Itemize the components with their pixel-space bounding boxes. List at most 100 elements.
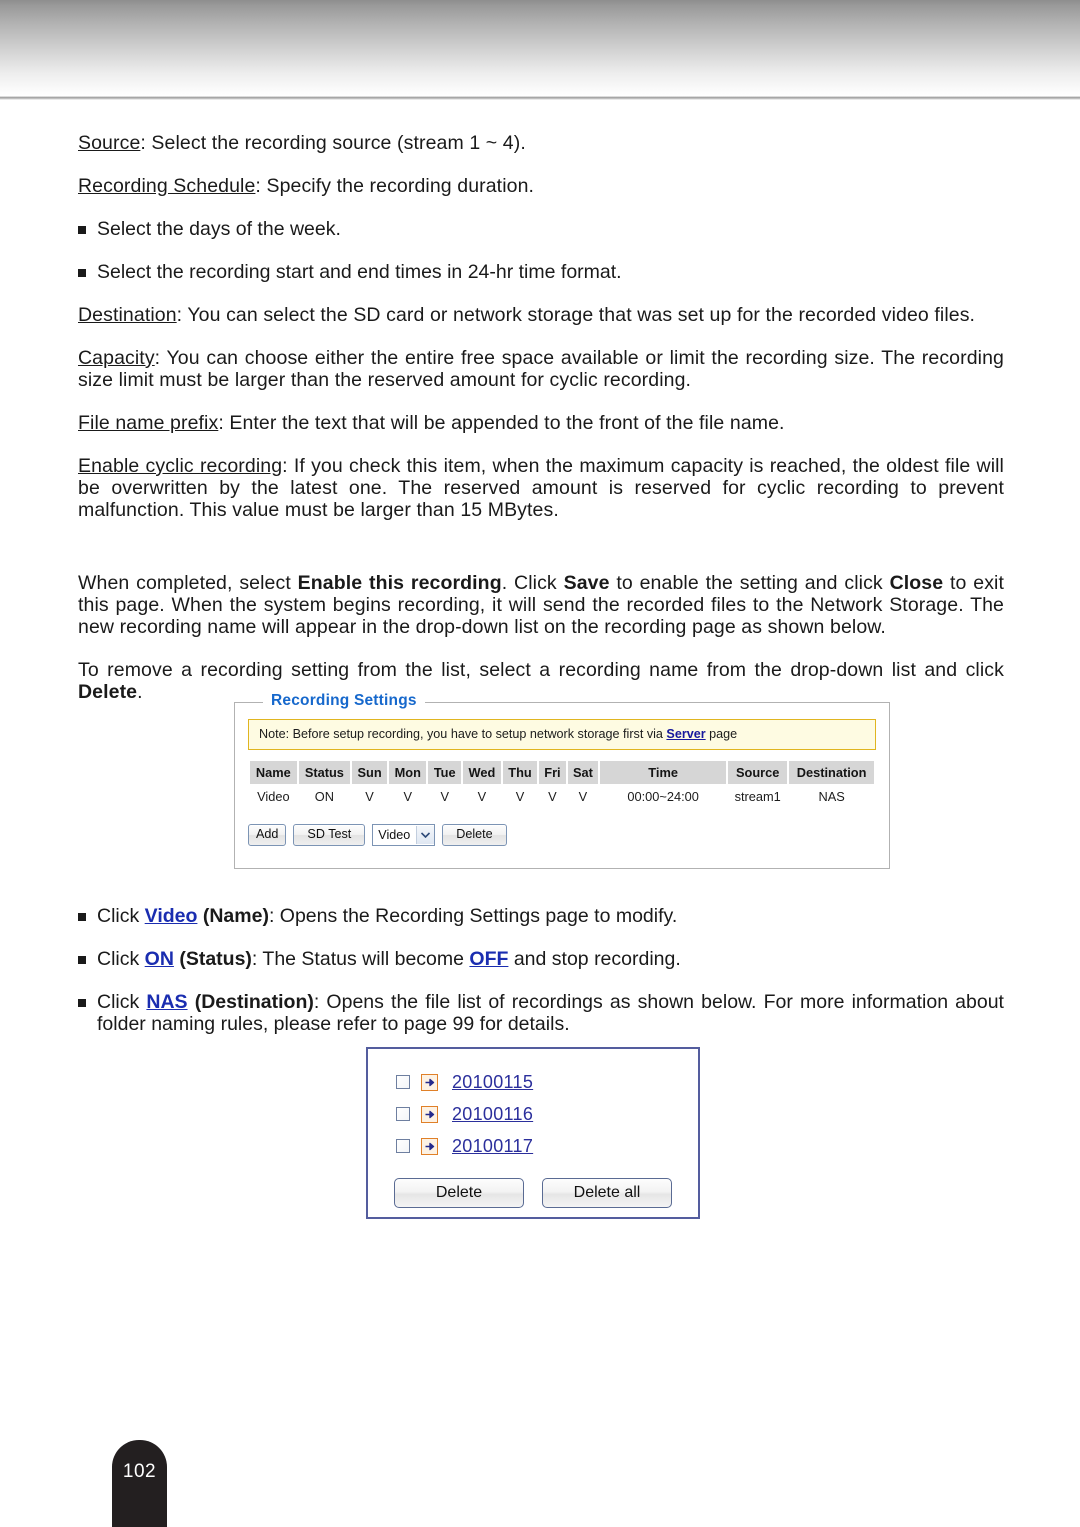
- folder-arrow-icon: [421, 1137, 438, 1155]
- file-link[interactable]: 20100117: [452, 1136, 533, 1157]
- recording-name-select[interactable]: Video: [372, 824, 436, 846]
- term-recording-schedule: Recording Schedule: [78, 175, 256, 197]
- file-link[interactable]: 20100115: [452, 1072, 533, 1093]
- term-enable-cyclic-recording: Enable cyclic recording: [78, 455, 283, 477]
- note-text-after: page: [705, 727, 738, 741]
- term-file-name-prefix: File name prefix: [78, 412, 219, 434]
- bullet-select-times-text: Select the recording start and end times…: [97, 261, 622, 283]
- list-item: 20100116: [368, 1098, 698, 1130]
- column-header-source: Source: [728, 761, 788, 784]
- file-list-button-row: Delete Delete all: [368, 1178, 698, 1208]
- column-header-status: Status: [298, 761, 351, 784]
- column-header-mon: Mon: [389, 761, 427, 784]
- paragraph-to-remove: To remove a recording setting from the l…: [78, 659, 1004, 703]
- page-content: Source: Select the recording source (str…: [78, 132, 1004, 724]
- cell-name-link[interactable]: Video: [250, 784, 297, 807]
- cell-destination-link[interactable]: NAS: [789, 784, 874, 807]
- to-remove-bold-delete: Delete: [78, 681, 138, 703]
- term-source: Source: [78, 132, 141, 154]
- bullet-click-video-name: Click Video (Name): Opens the Recording …: [78, 905, 1004, 927]
- paragraph-source-text: : Select the recording source (stream 1 …: [140, 132, 526, 154]
- column-header-tue: Tue: [428, 761, 461, 784]
- column-header-sun: Sun: [352, 761, 388, 784]
- column-header-destination: Destination: [789, 761, 874, 784]
- recording-settings-note: Note: Before setup recording, you have t…: [248, 719, 876, 750]
- inline-link-off[interactable]: OFF: [469, 948, 508, 970]
- add-button[interactable]: Add: [248, 824, 287, 846]
- list-item: 20100115: [368, 1066, 698, 1098]
- bullet-select-times: Select the recording start and end times…: [78, 261, 1004, 283]
- when-completed-bold1: Enable this recording: [297, 572, 502, 594]
- term-destination: Destination: [78, 304, 177, 326]
- bullet-nas-bold: (Destination): [187, 991, 314, 1013]
- table-header-row: Name Status Sun Mon Tue Wed Thu Fri Sat …: [250, 761, 874, 784]
- bullet-select-days-text: Select the days of the week.: [97, 218, 341, 240]
- bullet-nas-pre: Click: [97, 991, 147, 1013]
- delete-recording-button[interactable]: Delete: [442, 824, 507, 846]
- inline-link-nas[interactable]: NAS: [146, 991, 187, 1013]
- when-completed-seg3: to enable the setting and click: [609, 572, 890, 594]
- note-server-link[interactable]: Server: [666, 727, 705, 741]
- bullet-on-pre: Click: [97, 948, 145, 970]
- bullet-on-post: : The Status will become: [251, 948, 470, 970]
- bullet-click-on-status: Click ON (Status): The Status will becom…: [78, 948, 1004, 970]
- column-header-wed: Wed: [462, 761, 501, 784]
- column-header-time: Time: [600, 761, 727, 784]
- sd-test-button[interactable]: SD Test: [293, 824, 366, 846]
- bullet-click-nas-destination: Click NAS (Destination): Opens the file …: [78, 991, 1004, 1035]
- file-checkbox[interactable]: [396, 1139, 410, 1153]
- bullet-on-bold: (Status): [173, 948, 252, 970]
- list-item: 20100117: [368, 1130, 698, 1162]
- page-number: 102: [122, 1461, 157, 1482]
- when-completed-bold3: Close: [889, 572, 944, 594]
- file-list-box: 20100115 20100116 20100117 Delete Delete…: [366, 1047, 700, 1219]
- file-checkbox[interactable]: [396, 1107, 410, 1121]
- recording-settings-table: Name Status Sun Mon Tue Wed Thu Fri Sat …: [248, 761, 876, 807]
- paragraph-capacity-text: : You can choose either the entire free …: [78, 347, 1004, 391]
- column-header-fri: Fri: [539, 761, 566, 784]
- column-header-name: Name: [250, 761, 297, 784]
- paragraph-destination: Destination: You can select the SD card …: [78, 304, 1004, 326]
- term-capacity: Capacity: [78, 347, 155, 369]
- folder-arrow-icon: [421, 1105, 438, 1123]
- bullet-video-bold: (Name): [197, 905, 269, 927]
- column-header-thu: Thu: [502, 761, 538, 784]
- recording-settings-button-row: Add SD Test Video Delete: [248, 824, 876, 846]
- post-panel-bullets: Click Video (Name): Opens the Recording …: [78, 905, 1004, 1056]
- file-link[interactable]: 20100116: [452, 1104, 533, 1125]
- page-header-band: [0, 0, 1080, 96]
- to-remove-seg1: To remove a recording setting from the l…: [78, 659, 1004, 681]
- inline-link-video[interactable]: Video: [145, 905, 198, 927]
- note-text-before: Note: Before setup recording, you have t…: [259, 727, 667, 741]
- when-completed-bold2: Save: [563, 572, 610, 594]
- bullet-video-pre: Click: [97, 905, 145, 927]
- cell-tue: V: [440, 789, 449, 804]
- cell-time: 00:00~24:00: [627, 789, 699, 804]
- table-row: Video ON V V V V V V V 00:00~24:00 strea…: [250, 784, 874, 807]
- delete-files-button[interactable]: Delete: [394, 1178, 524, 1208]
- inline-link-on[interactable]: ON: [145, 948, 174, 970]
- page-header-rule: [0, 96, 1080, 100]
- cell-sat: V: [578, 789, 588, 804]
- delete-all-files-button[interactable]: Delete all: [542, 1178, 672, 1208]
- cell-mon: V: [403, 789, 413, 804]
- file-checkbox[interactable]: [396, 1075, 410, 1089]
- to-remove-seg2: .: [137, 681, 143, 703]
- when-completed-seg1: When completed, select: [78, 572, 298, 594]
- paragraph-when-completed: When completed, select Enable this recor…: [78, 572, 1004, 638]
- recording-name-select-value: Video: [378, 827, 411, 842]
- paragraph-recording-schedule: Recording Schedule: Specify the recordin…: [78, 175, 1004, 197]
- cell-source: stream1: [734, 789, 781, 804]
- cell-fri: V: [548, 789, 557, 804]
- cell-status-link[interactable]: ON: [299, 784, 350, 807]
- paragraph-file-name-prefix-text: : Enter the text that will be appended t…: [218, 412, 785, 434]
- paragraph-source: Source: Select the recording source (str…: [78, 132, 1004, 154]
- paragraph-capacity: Capacity: You can choose either the enti…: [78, 347, 1004, 391]
- when-completed-seg2: . Click: [501, 572, 564, 594]
- paragraph-file-name-prefix: File name prefix: Enter the text that wi…: [78, 412, 1004, 434]
- cell-wed: V: [477, 789, 487, 804]
- paragraph-recording-schedule-text: : Specify the recording duration.: [255, 175, 535, 197]
- bullet-on-post2: and stop recording.: [508, 948, 681, 970]
- page-number-tab: 102: [112, 1440, 167, 1527]
- column-header-sat: Sat: [567, 761, 599, 784]
